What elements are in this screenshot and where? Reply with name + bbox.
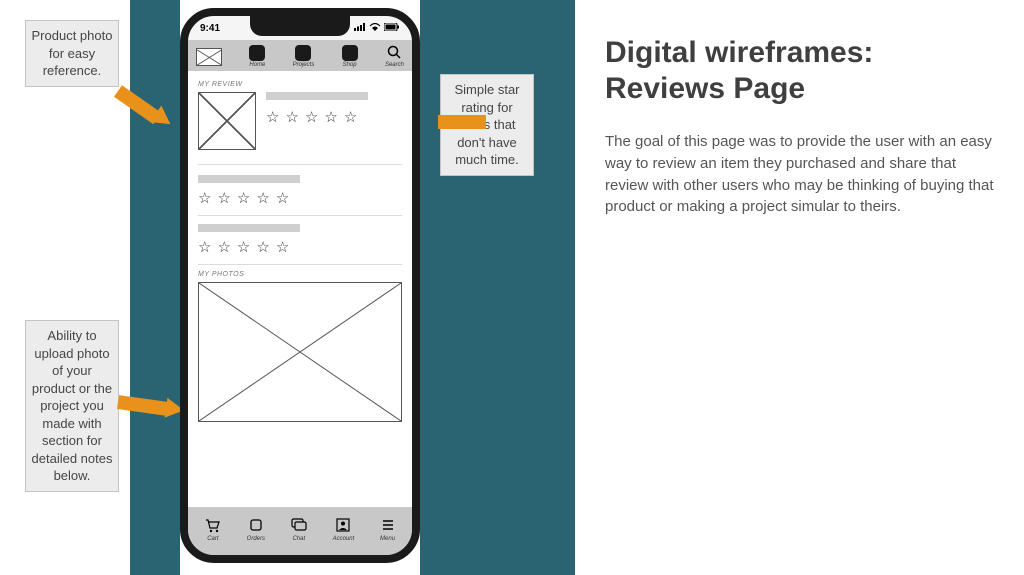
nav-shop[interactable]: Shop [342, 45, 358, 68]
product-thumbnail[interactable] [198, 92, 256, 150]
slide-heading: Digital wireframes: Reviews Page [605, 35, 995, 107]
star-icon[interactable]: ☆ [256, 189, 269, 207]
nav-projects[interactable]: Projects [293, 45, 315, 68]
star-icon[interactable]: ☆ [198, 238, 211, 256]
signal-icon [354, 23, 366, 34]
bottomnav-orders[interactable]: Orders [247, 518, 265, 542]
photo-upload-placeholder[interactable] [198, 282, 402, 422]
star-rating-2[interactable]: ☆ ☆ ☆ ☆ ☆ [198, 189, 402, 207]
star-rating-1[interactable]: ☆ ☆ ☆ ☆ ☆ [266, 108, 402, 126]
nav-home-label: Home [249, 62, 265, 68]
star-icon[interactable]: ☆ [276, 189, 289, 207]
logo-placeholder[interactable] [196, 48, 222, 66]
nav-shop-label: Shop [343, 62, 357, 68]
nav-search[interactable]: Search [385, 45, 404, 68]
bottomnav-cart[interactable]: Cart [205, 518, 221, 542]
star-icon[interactable]: ☆ [276, 238, 289, 256]
nav-projects-label: Projects [293, 62, 315, 68]
wifi-icon [369, 23, 381, 34]
menu-icon [380, 518, 395, 536]
bottomnav-chat-label: Chat [292, 536, 305, 542]
star-icon[interactable]: ☆ [256, 238, 269, 256]
bottomnav-cart-label: Cart [207, 536, 218, 542]
star-icon[interactable]: ☆ [305, 108, 318, 126]
rating-label-placeholder [198, 175, 300, 183]
projects-icon [295, 45, 311, 61]
account-icon [333, 518, 355, 536]
section-my-photos: MY PHOTOS [198, 271, 402, 278]
phone-frame: 9:41 Home Projects [180, 8, 420, 563]
search-icon [385, 45, 404, 62]
bottomnav-chat[interactable]: Chat [291, 518, 307, 542]
home-icon [249, 45, 265, 61]
bottomnav-menu-label: Menu [380, 536, 395, 542]
star-rating-3[interactable]: ☆ ☆ ☆ ☆ ☆ [198, 238, 402, 256]
slide-paragraph: The goal of this page was to provide the… [605, 131, 995, 218]
bottomnav-account-label: Account [333, 536, 355, 542]
review-row: ☆ ☆ ☆ ☆ ☆ [198, 92, 402, 150]
bottomnav-account[interactable]: Account [333, 518, 355, 542]
shop-icon [342, 45, 358, 61]
battery-icon [384, 23, 400, 34]
callout-product-photo: Product photo for easy reference. [25, 20, 119, 87]
nav-home[interactable]: Home [249, 45, 265, 68]
rating-block-3: ☆ ☆ ☆ ☆ ☆ [198, 216, 402, 265]
review-title-placeholder [266, 92, 368, 100]
bottomnav-menu[interactable]: Menu [380, 518, 395, 542]
section-my-review: MY REVIEW [198, 81, 402, 88]
star-icon[interactable]: ☆ [217, 189, 230, 207]
star-icon[interactable]: ☆ [266, 108, 279, 126]
cart-icon [205, 518, 221, 536]
nav-search-label: Search [385, 62, 404, 68]
status-icons [354, 23, 400, 34]
callout-upload-photo: Ability to upload photo of your product … [25, 320, 119, 492]
orders-icon [247, 518, 265, 536]
bottom-nav: Cart Orders Chat Account [188, 507, 412, 555]
star-icon[interactable]: ☆ [344, 108, 357, 126]
star-icon[interactable]: ☆ [324, 108, 337, 126]
chat-icon [291, 518, 307, 536]
star-icon[interactable]: ☆ [285, 108, 298, 126]
phone-notch [250, 16, 350, 36]
status-time: 9:41 [200, 23, 220, 34]
teal-band-left [130, 0, 180, 575]
rating-label-placeholder [198, 224, 300, 232]
phone-content: MY REVIEW ☆ ☆ ☆ ☆ ☆ ☆ [188, 71, 412, 511]
phone-stage: 9:41 Home Projects [180, 8, 420, 568]
star-icon[interactable]: ☆ [217, 238, 230, 256]
star-icon[interactable]: ☆ [237, 189, 250, 207]
slide-text: Digital wireframes: Reviews Page The goa… [605, 35, 995, 218]
rating-block-2: ☆ ☆ ☆ ☆ ☆ [198, 164, 402, 216]
star-icon[interactable]: ☆ [198, 189, 211, 207]
top-nav: Home Projects Shop Search [188, 40, 412, 71]
bottomnav-orders-label: Orders [247, 536, 265, 542]
star-icon[interactable]: ☆ [237, 238, 250, 256]
